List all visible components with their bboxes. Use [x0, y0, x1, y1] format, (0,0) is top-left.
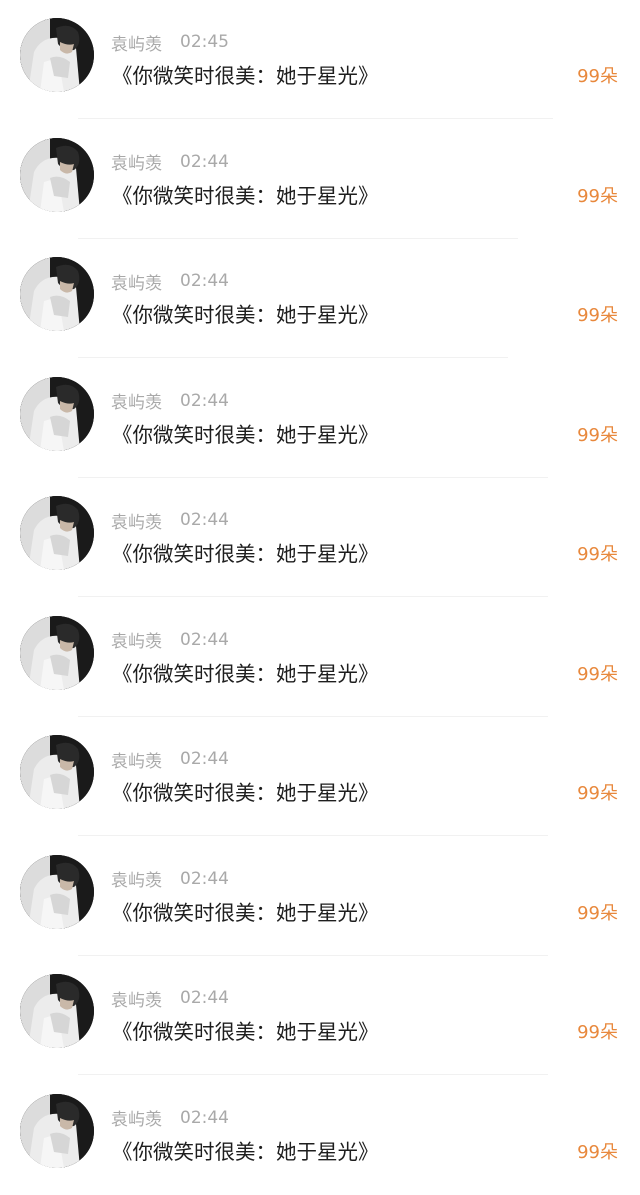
sender-name[interactable]: 袁屿羡	[111, 1105, 162, 1130]
avatar[interactable]	[20, 1094, 94, 1168]
avatar[interactable]	[20, 496, 94, 570]
message-time: 02:44	[180, 271, 229, 291]
message-time: 02:44	[180, 1108, 229, 1128]
message-row[interactable]: 袁屿羡 02:44 《你微笑时很美：她于星光》 99朵	[0, 478, 640, 598]
message-row[interactable]: 袁屿羡 02:44 《你微笑时很美：她于星光》 99朵	[0, 837, 640, 957]
message-meta: 袁屿羡 02:44	[111, 628, 229, 652]
message-meta: 袁屿羡 02:44	[111, 986, 229, 1010]
avatar[interactable]	[20, 616, 94, 690]
avatar[interactable]	[20, 377, 94, 451]
message-meta: 袁屿羡 02:44	[111, 747, 229, 771]
sender-name[interactable]: 袁屿羡	[111, 508, 162, 533]
message-text: 《你微笑时很美：她于星光》	[112, 419, 379, 451]
sender-name[interactable]: 袁屿羡	[111, 149, 162, 174]
message-row[interactable]: 袁屿羡 02:44 《你微笑时很美：她于星光》 99朵	[0, 717, 640, 837]
sender-name[interactable]: 袁屿羡	[111, 30, 162, 55]
message-text: 《你微笑时很美：她于星光》	[112, 538, 379, 570]
gift-count: 99朵	[577, 1138, 618, 1168]
message-time: 02:44	[180, 869, 229, 889]
message-meta: 袁屿羡 02:44	[111, 269, 229, 293]
message-time: 02:44	[180, 510, 229, 530]
sender-name[interactable]: 袁屿羡	[111, 627, 162, 652]
sender-name[interactable]: 袁屿羡	[111, 986, 162, 1011]
sender-name[interactable]: 袁屿羡	[111, 269, 162, 294]
message-text: 《你微笑时很美：她于星光》	[112, 180, 379, 212]
avatar[interactable]	[20, 855, 94, 929]
message-text: 《你微笑时很美：她于星光》	[112, 1136, 379, 1168]
gift-count: 99朵	[577, 62, 618, 92]
message-row[interactable]: 袁屿羡 02:44 《你微笑时很美：她于星光》 99朵	[0, 956, 640, 1076]
gift-count: 99朵	[577, 301, 618, 331]
message-meta: 袁屿羡 02:44	[111, 389, 229, 413]
sender-name[interactable]: 袁屿羡	[111, 747, 162, 772]
gift-count: 99朵	[577, 1018, 618, 1048]
message-row[interactable]: 袁屿羡 02:44 《你微笑时很美：她于星光》 99朵	[0, 1076, 640, 1195]
gift-count: 99朵	[577, 540, 618, 570]
message-text: 《你微笑时很美：她于星光》	[112, 60, 379, 92]
message-time: 02:44	[180, 391, 229, 411]
sender-name[interactable]: 袁屿羡	[111, 866, 162, 891]
message-text: 《你微笑时很美：她于星光》	[112, 299, 379, 331]
message-text: 《你微笑时很美：她于星光》	[112, 897, 379, 929]
avatar[interactable]	[20, 18, 94, 92]
message-row[interactable]: 袁屿羡 02:45 《你微笑时很美：她于星光》 99朵	[0, 0, 640, 120]
avatar[interactable]	[20, 735, 94, 809]
message-meta: 袁屿羡 02:44	[111, 508, 229, 532]
message-row[interactable]: 袁屿羡 02:44 《你微笑时很美：她于星光》 99朵	[0, 239, 640, 359]
message-row[interactable]: 袁屿羡 02:44 《你微笑时很美：她于星光》 99朵	[0, 120, 640, 240]
message-time: 02:44	[180, 152, 229, 172]
message-time: 02:45	[180, 32, 229, 52]
gift-count: 99朵	[577, 779, 618, 809]
message-text: 《你微笑时很美：她于星光》	[112, 658, 379, 690]
message-meta: 袁屿羡 02:45	[111, 30, 229, 54]
message-meta: 袁屿羡 02:44	[111, 867, 229, 891]
message-time: 02:44	[180, 749, 229, 769]
gift-count: 99朵	[577, 660, 618, 690]
gift-count: 99朵	[577, 182, 618, 212]
message-text: 《你微笑时很美：她于星光》	[112, 777, 379, 809]
gift-count: 99朵	[577, 899, 618, 929]
message-time: 02:44	[180, 988, 229, 1008]
message-list: 袁屿羡02:45《你微笑时很美：她于星光》99朵袁屿羡02:44《你微笑时很美：…	[0, 0, 640, 1185]
avatar[interactable]	[20, 974, 94, 1048]
gift-count: 99朵	[577, 421, 618, 451]
avatar[interactable]	[20, 257, 94, 331]
message-time: 02:44	[180, 630, 229, 650]
message-text: 《你微笑时很美：她于星光》	[112, 1016, 379, 1048]
message-meta: 袁屿羡 02:44	[111, 1106, 229, 1130]
sender-name[interactable]: 袁屿羡	[111, 388, 162, 413]
message-row[interactable]: 袁屿羡 02:44 《你微笑时很美：她于星光》 99朵	[0, 359, 640, 479]
message-meta: 袁屿羡 02:44	[111, 150, 229, 174]
message-row[interactable]: 袁屿羡 02:44 《你微笑时很美：她于星光》 99朵	[0, 598, 640, 718]
avatar[interactable]	[20, 138, 94, 212]
